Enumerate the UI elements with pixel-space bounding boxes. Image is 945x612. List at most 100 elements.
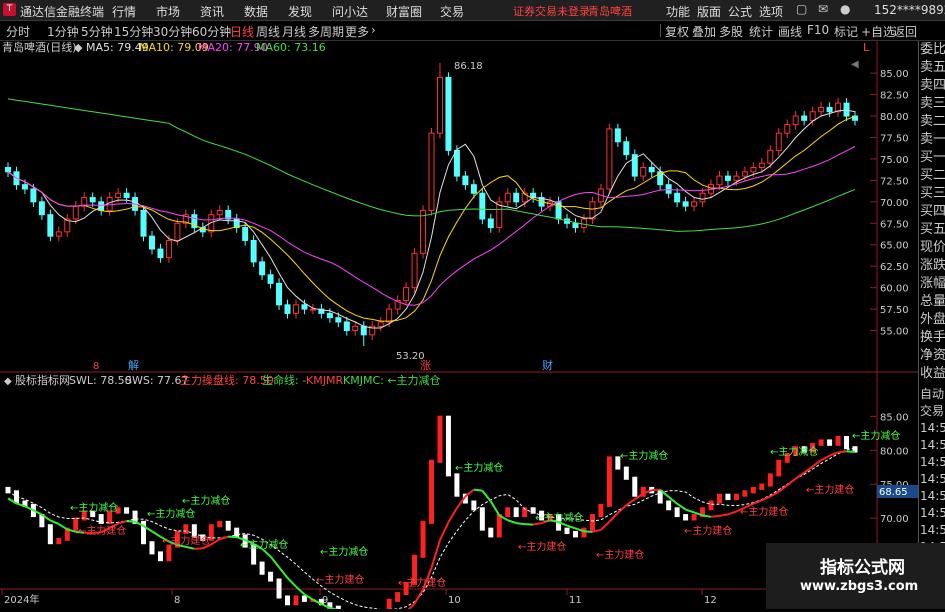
menu-market[interactable]: 市场 — [156, 3, 180, 20]
period-5min[interactable]: 5分钟 — [81, 23, 113, 40]
period-intraday[interactable]: 分时 — [6, 23, 30, 40]
event-marker[interactable]: 8 — [93, 361, 99, 372]
candle-body — [514, 193, 519, 202]
sub-bar — [471, 501, 476, 511]
period-multi[interactable]: 多周期 — [308, 23, 344, 40]
period-more[interactable]: 更多 — [345, 23, 369, 40]
login-status[interactable]: 证券交易未登录 — [513, 3, 590, 19]
candle-body — [802, 116, 807, 120]
collapse-icon[interactable]: ◀ — [851, 59, 859, 70]
period-30min[interactable]: 30分钟 — [153, 23, 192, 40]
candle-body — [116, 193, 121, 197]
main-force-line-seg — [821, 456, 829, 460]
sub-bar — [395, 592, 400, 602]
candle-body — [327, 313, 332, 317]
indicator-settings-icon[interactable]: ◆ — [74, 41, 83, 54]
add-watchlist-button[interactable]: +自选 — [861, 23, 895, 40]
stats-button[interactable]: 统计 — [749, 23, 773, 40]
y-tick-label: 80.00 — [880, 112, 909, 123]
period-daily[interactable]: 日线 — [230, 23, 254, 40]
kline-chart-svg[interactable]: 85.0082.5080.0077.5075.0072.5070.0067.50… — [0, 41, 918, 609]
sub-bar — [776, 460, 781, 477]
mail-icon[interactable]: ✉ — [818, 2, 828, 16]
main-force-line-label: 主力操盘线: 78.50 — [180, 373, 274, 387]
overlay-button[interactable]: 叠加 — [692, 23, 716, 40]
tick-time: 14:56 — [920, 504, 945, 522]
title-stock-name: 青岛啤酒 — [588, 3, 632, 19]
menu-wealth-circle[interactable]: 财富圈 — [386, 3, 422, 20]
period-weekly[interactable]: 周线 — [256, 23, 280, 40]
adjust-button[interactable]: 复权 — [665, 23, 689, 40]
mark-button[interactable]: 标记 — [834, 23, 858, 40]
y-tick-label: 75.00 — [880, 155, 909, 166]
sub-bar — [666, 501, 671, 511]
candle-body — [285, 305, 290, 314]
f10-button[interactable]: F10 — [807, 23, 829, 37]
chevron-right-icon[interactable]: › — [371, 23, 376, 37]
multi-stock-button[interactable]: 多股 — [719, 23, 743, 40]
menu-ask[interactable]: 问小达 — [332, 3, 368, 20]
x-label-dec: 12 — [704, 595, 717, 606]
back-button[interactable]: 返回 — [893, 23, 917, 40]
main-force-line-seg — [686, 510, 694, 513]
sub-bar — [260, 562, 265, 575]
candle-body — [166, 240, 171, 257]
period-1min[interactable]: 1分钟 — [47, 23, 79, 40]
quote-field-14: 总量 — [920, 293, 945, 311]
candle-body — [293, 305, 298, 314]
sub-bar — [421, 521, 426, 558]
candle-body — [387, 309, 392, 322]
sub-bar — [454, 473, 459, 496]
build-position-label: ←主力建仓 — [518, 540, 566, 553]
menu-function[interactable]: 功能 — [666, 3, 690, 20]
candle-body — [31, 189, 36, 202]
candle-body — [531, 193, 536, 197]
menu-layout[interactable]: 版面 — [697, 3, 721, 20]
candle-body — [759, 163, 764, 167]
user-account[interactable]: 152****9892 — [874, 3, 945, 17]
sub-bar — [514, 507, 519, 517]
x-label-oct: 10 — [448, 595, 461, 606]
period-15min[interactable]: 15分钟 — [114, 23, 153, 40]
menu-quotes[interactable]: 行情 — [112, 3, 136, 20]
x-label-sep: 9 — [322, 595, 328, 606]
reduce-position-label: ←主力减仓 — [620, 449, 668, 462]
menu-formula[interactable]: 公式 — [728, 3, 752, 20]
tick-time: 14:56 — [920, 470, 945, 488]
menu-trade[interactable]: 交易 — [440, 3, 464, 20]
build-position-label: ←主力建仓 — [398, 576, 446, 589]
menu-options[interactable]: 选项 — [759, 3, 783, 20]
menu-discover[interactable]: 发现 — [288, 3, 312, 20]
skin-button[interactable]: ▢ — [796, 2, 807, 16]
candle-body — [344, 322, 349, 331]
sub-bar — [234, 528, 239, 538]
event-marker-unlock[interactable]: 解 — [128, 358, 139, 372]
event-marker-finance[interactable]: 财 — [542, 358, 553, 372]
candle-body — [361, 326, 366, 335]
draw-line-button[interactable]: 画线 — [778, 23, 802, 40]
sub-y-tick-label: 70.00 — [880, 514, 909, 525]
candle-body — [353, 326, 358, 330]
period-60min[interactable]: 60分钟 — [192, 23, 231, 40]
sub-settings-icon[interactable]: ◆ — [4, 376, 12, 387]
sub-bar — [565, 528, 570, 534]
candle-body — [48, 215, 53, 236]
event-marker-rise[interactable]: 涨 — [420, 359, 431, 372]
menu-data[interactable]: 数据 — [244, 3, 268, 20]
candle-body — [446, 77, 451, 150]
main-force-line-seg — [601, 522, 609, 530]
kmjmr-label: KMJMR: — [306, 374, 346, 387]
chart-area[interactable]: 85.0082.5080.0077.5075.0072.5070.0067.50… — [0, 41, 877, 609]
sub-y-tick-label: 85.00 — [880, 412, 909, 423]
main-force-line-seg — [296, 587, 304, 595]
sub-bar — [581, 528, 586, 538]
period-monthly[interactable]: 月线 — [282, 23, 306, 40]
x-label-year: 2024年 — [4, 593, 39, 606]
quote-field-7: 买二 — [920, 167, 945, 185]
y-tick-label: 67.50 — [880, 219, 909, 230]
sub-bar — [759, 484, 764, 490]
sub-bar — [497, 514, 502, 537]
menu-news[interactable]: 资讯 — [200, 3, 224, 20]
user-icon[interactable]: ● — [840, 2, 850, 16]
app-logo-icon: T — [3, 3, 16, 16]
